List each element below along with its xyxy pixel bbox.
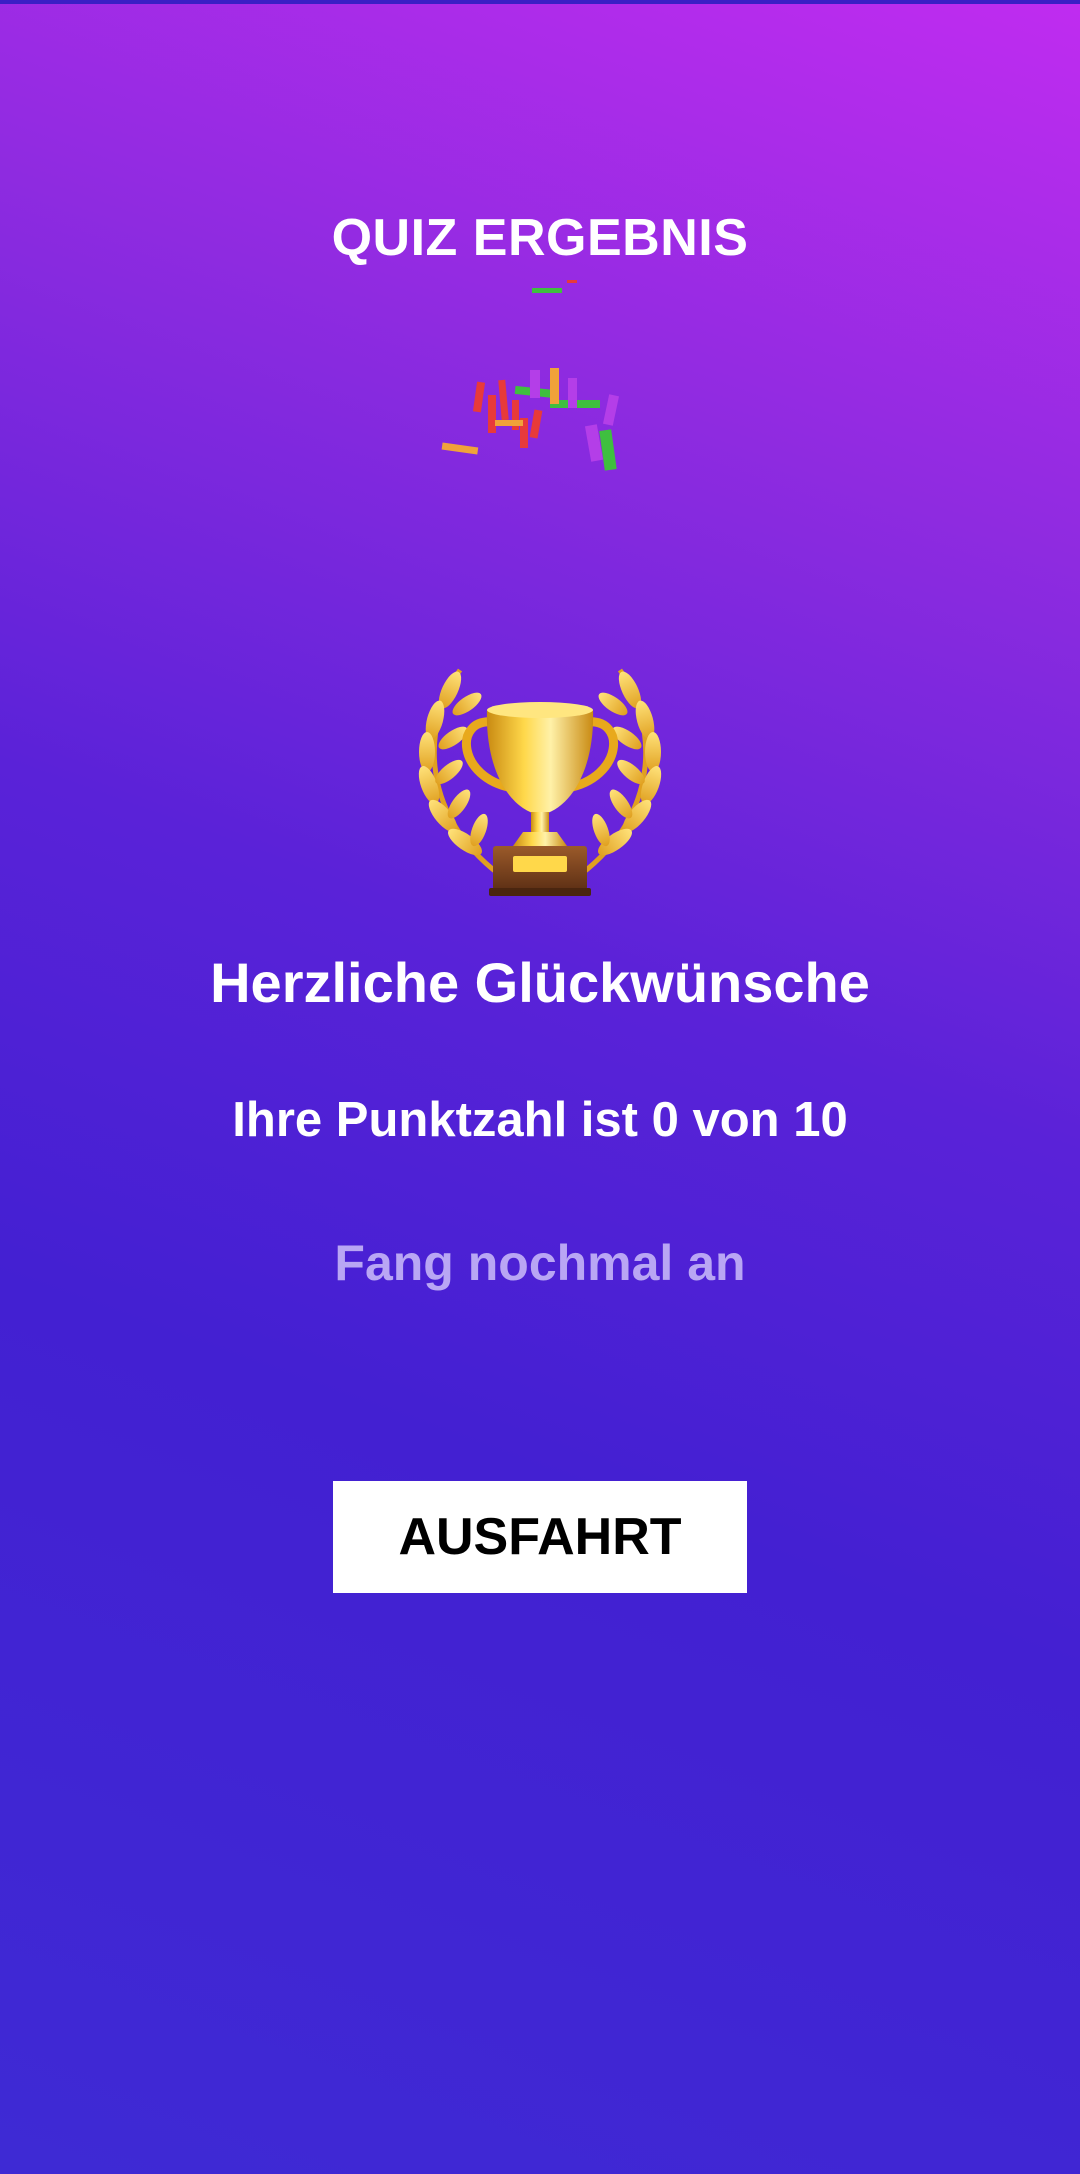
restart-link[interactable]: Fang nochmal an xyxy=(0,1234,1080,1292)
status-bar-line xyxy=(0,0,1080,4)
exit-button[interactable]: AUSFAHRT xyxy=(333,1481,747,1593)
score-text: Ihre Punktzahl ist 0 von 10 xyxy=(232,1093,848,1147)
trophy-icon xyxy=(418,668,662,896)
page-title: QUIZ ERGEBNIS xyxy=(331,209,749,267)
congratulations-text: Herzliche Glückwünsche xyxy=(210,951,870,1014)
confetti-animation xyxy=(441,280,620,471)
quiz-result-screen: QUIZ ERGEBNIS Herzliche Glückwünsche Ihr… xyxy=(0,0,1080,2174)
